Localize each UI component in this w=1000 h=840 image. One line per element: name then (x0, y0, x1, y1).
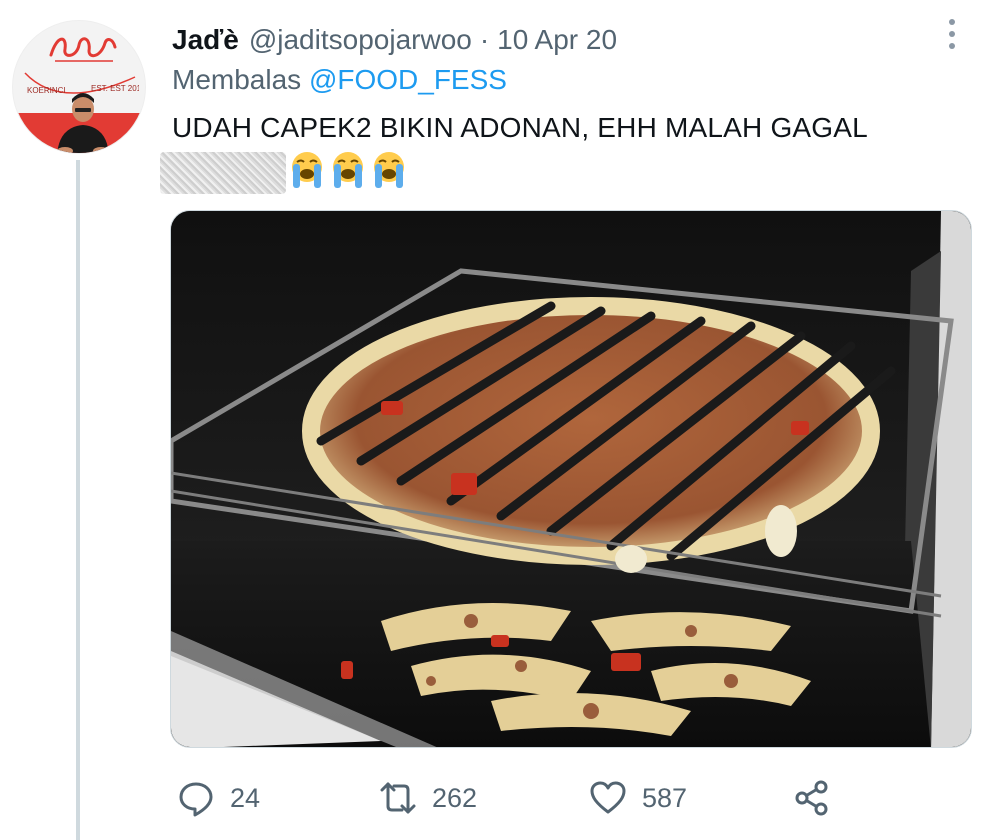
avatar[interactable]: KOERINCI EST. EST 2018 (12, 20, 146, 154)
tweet-photo[interactable] (170, 210, 972, 748)
retweet-button[interactable]: 262 (378, 770, 477, 826)
retweet-count: 262 (432, 782, 478, 813)
loudly-crying-face-icon (292, 152, 322, 188)
neon-sign-logo (49, 37, 117, 62)
avatar-person (57, 93, 109, 153)
tweet-header: Jaďè @jaditsopojarwoo · 10 Apr 20 (172, 20, 617, 60)
share-icon (795, 780, 828, 816)
heart-icon (590, 781, 626, 814)
reply-icon (179, 782, 213, 817)
reply-context: Membalas @FOOD_FESS (172, 64, 507, 96)
loudly-crying-face-icon (333, 152, 363, 188)
emoji-group (288, 150, 408, 190)
header-separator: · (479, 24, 490, 55)
more-vertical-icon[interactable] (938, 14, 966, 54)
tweet-date[interactable]: 10 Apr 20 (497, 24, 617, 56)
reply-mention-link[interactable]: @FOOD_FESS (309, 64, 507, 95)
reply-button[interactable]: 24 (176, 770, 260, 826)
tweet-text: UDAH CAPEK2 BIKIN ADONAN, EHH MALAH GAGA… (172, 112, 868, 143)
author-name[interactable]: Jaďè (172, 24, 239, 56)
oven-pizza-photo (171, 211, 971, 747)
like-button[interactable]: 587 (588, 770, 687, 826)
thread-connector-line (76, 160, 80, 840)
censored-text-blur (160, 152, 286, 194)
reply-prefix: Membalas (172, 64, 302, 95)
reply-count: 24 (230, 782, 261, 813)
like-count: 587 (642, 782, 688, 813)
share-button[interactable] (792, 770, 832, 826)
loudly-crying-face-icon (374, 152, 404, 188)
tweet-actions-bar: 24 262 587 (172, 770, 872, 826)
retweet-icon (380, 782, 416, 814)
author-handle[interactable]: @jaditsopojarwoo (249, 24, 472, 56)
